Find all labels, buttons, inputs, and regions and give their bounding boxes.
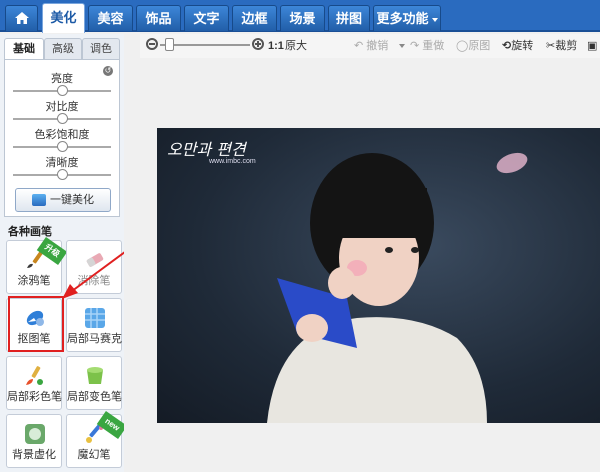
zoom-out-icon[interactable] bbox=[146, 38, 158, 50]
redo-button[interactable]: ↷ 重做 bbox=[410, 38, 444, 54]
actual-size-ratio[interactable]: 1:1 bbox=[268, 38, 284, 54]
original-image-icon: ◯ bbox=[456, 40, 469, 52]
brush-background-blur-label: 背景虚化 bbox=[12, 449, 56, 461]
photo-logo-sub: www.imbc.com bbox=[209, 158, 256, 165]
top-nav: 美化 美容 饰品 文字 边框 场景 拼图 更多功能 bbox=[0, 0, 600, 33]
brush-background-blur[interactable]: 背景虚化 bbox=[6, 414, 62, 468]
undo-history-dropdown[interactable] bbox=[396, 38, 405, 54]
more-features-label: 更多功能 bbox=[376, 11, 429, 26]
zoom-slider-thumb[interactable] bbox=[165, 38, 174, 51]
tab-toning[interactable]: 调色 bbox=[82, 38, 120, 60]
adjust-tabs: 基础 高级 调色 bbox=[4, 38, 120, 61]
crop-button[interactable]: ✂裁剪 bbox=[546, 38, 577, 54]
color-brush-icon bbox=[26, 366, 43, 385]
toolbar: 1:1 原大 ↶ 撤销 ↷ 重做 ◯原图 ⟲旋转 ✂裁剪 ▣ bbox=[140, 34, 600, 58]
blur-icon bbox=[25, 424, 45, 444]
sharpness-slider-thumb[interactable] bbox=[57, 169, 68, 180]
saturation-slider-thumb[interactable] bbox=[57, 141, 68, 152]
chevron-down-icon bbox=[399, 44, 405, 49]
resize-icon: ▣ bbox=[587, 40, 598, 52]
contrast-slider-thumb[interactable] bbox=[57, 113, 68, 124]
one-click-beautify-label: 一键美化 bbox=[50, 194, 94, 206]
tab-border[interactable]: 边框 bbox=[232, 5, 277, 31]
brush-local-color-label: 局部彩色笔 bbox=[7, 391, 62, 403]
chevron-down-icon bbox=[431, 17, 438, 22]
redo-label: 重做 bbox=[422, 40, 445, 52]
home-icon bbox=[14, 12, 29, 24]
original-image-button[interactable]: ◯原图 bbox=[456, 38, 490, 54]
brightness-label: 亮度 bbox=[51, 73, 73, 85]
tab-more-features[interactable]: 更多功能 bbox=[373, 5, 441, 31]
magic-wand-icon bbox=[32, 194, 46, 207]
saturation-label: 色彩饱和度 bbox=[34, 129, 90, 141]
brush-mosaic-label: 局部马赛克 bbox=[67, 333, 122, 345]
tab-collage[interactable]: 拼图 bbox=[328, 5, 370, 31]
crop-label: 裁剪 bbox=[555, 40, 578, 52]
scissors-icon: ✂ bbox=[546, 40, 556, 52]
photo[interactable]: 오만과 편견 www.imbc.com bbox=[157, 128, 600, 423]
photo-logo-text: 오만과 편견 bbox=[167, 140, 246, 159]
sharpness-label: 清晰度 bbox=[45, 157, 79, 169]
rotate-icon: ⟲ bbox=[502, 40, 512, 52]
rotate-button[interactable]: ⟲旋转 bbox=[502, 38, 533, 54]
actual-size-button[interactable]: 原大 bbox=[285, 38, 307, 54]
home-button[interactable] bbox=[5, 5, 38, 31]
tab-scene[interactable]: 场景 bbox=[280, 5, 325, 31]
undo-label: 撤销 bbox=[366, 40, 389, 52]
redo-icon: ↷ bbox=[410, 40, 420, 52]
brush-local-recolor-label: 局部变色笔 bbox=[67, 391, 122, 403]
adjust-panel: ↺ 亮度 对比度 色彩饱和度 清晰度 一键美化 bbox=[4, 59, 120, 217]
resize-button[interactable]: ▣ bbox=[587, 38, 597, 54]
undo-button[interactable]: ↶ 撤销 bbox=[354, 38, 388, 54]
tab-accessories[interactable]: 饰品 bbox=[136, 5, 181, 31]
tab-beauty[interactable]: 美容 bbox=[88, 5, 133, 31]
undo-icon: ↶ bbox=[354, 40, 364, 52]
tab-beautify[interactable]: 美化 bbox=[42, 3, 85, 33]
tab-basic[interactable]: 基础 bbox=[4, 38, 44, 61]
brush-magic[interactable]: 魔幻笔 new bbox=[66, 410, 128, 468]
rotate-label: 旋转 bbox=[511, 40, 534, 52]
brush-local-color[interactable]: 局部彩色笔 bbox=[6, 356, 62, 410]
zoom-in-icon[interactable] bbox=[252, 38, 264, 50]
brush-magic-label: 魔幻笔 bbox=[77, 449, 111, 461]
tab-advanced[interactable]: 高级 bbox=[44, 38, 82, 60]
contrast-label: 对比度 bbox=[45, 101, 79, 113]
brightness-slider-thumb[interactable] bbox=[57, 85, 68, 96]
tab-text[interactable]: 文字 bbox=[184, 5, 229, 31]
paint-bucket-icon bbox=[87, 367, 103, 384]
photo-image bbox=[267, 152, 528, 423]
one-click-beautify-button[interactable]: 一键美化 bbox=[15, 188, 111, 212]
original-image-label: 原图 bbox=[468, 40, 491, 52]
brush-local-recolor[interactable]: 局部变色笔 bbox=[66, 356, 122, 410]
